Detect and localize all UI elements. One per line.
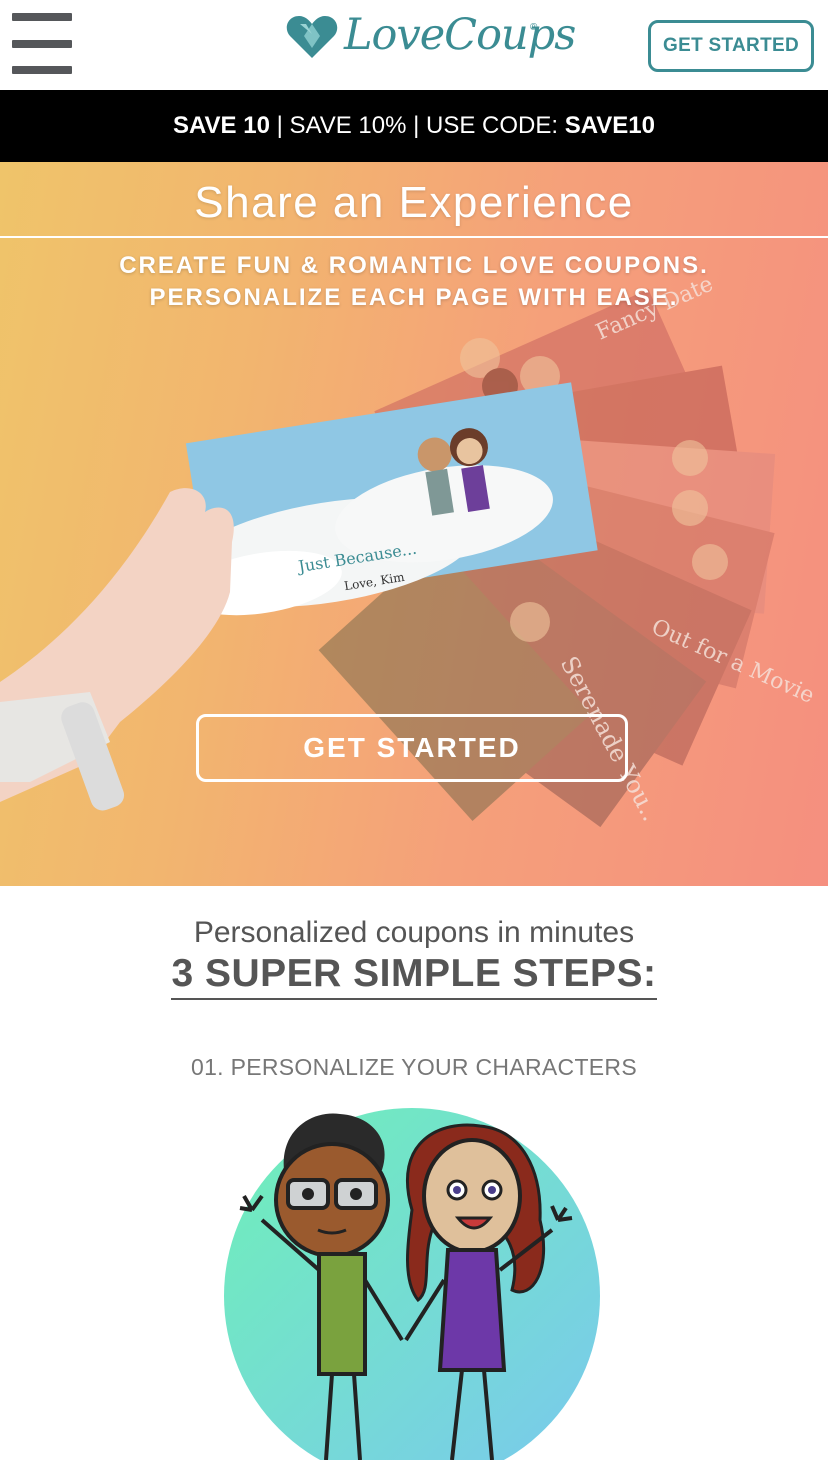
promo-code: SAVE10 [564, 112, 655, 139]
hero-subtitle-line1: CREATE FUN & ROMANTIC LOVE COUPONS. [119, 252, 709, 279]
site-header: LoveCoups ® GET STARTED [0, 0, 828, 90]
heart-logo-icon [286, 16, 338, 58]
steps-heading-wrap: 3 SUPER SIMPLE STEPS: [0, 952, 828, 1000]
hero-section: Fancy Date Out for a Movie Serenade You.… [0, 162, 828, 886]
hero-divider [0, 236, 828, 238]
hero-subtitle: CREATE FUN & ROMANTIC LOVE COUPONS. PERS… [0, 250, 828, 314]
hero-title: Share an Experience [194, 178, 634, 227]
registered-mark: ® [530, 22, 538, 33]
hero-get-started-button[interactable]: GET STARTED [196, 714, 628, 782]
couple-characters-illustration [224, 1108, 600, 1460]
steps-heading: 3 SUPER SIMPLE STEPS: [171, 952, 657, 1000]
logo-text: LoveCoups [344, 10, 576, 60]
step-1-label: 01. PERSONALIZE YOUR CHARACTERS [191, 1054, 637, 1080]
hero-subtitle-line2: PERSONALIZE EACH PAGE WITH EASE. [149, 284, 679, 311]
promo-banner: SAVE 10 | SAVE 10% | USE CODE: SAVE10 [0, 90, 828, 162]
header-get-started-button[interactable]: GET STARTED [648, 20, 814, 72]
promo-save-label: SAVE 10 [172, 112, 270, 139]
steps-tagline: Personalized coupons in minutes [193, 916, 635, 949]
promo-text: | SAVE 10% | USE CODE: [269, 112, 565, 139]
hamburger-menu-icon[interactable] [12, 13, 72, 75]
logo[interactable]: LoveCoups ® [286, 8, 576, 84]
